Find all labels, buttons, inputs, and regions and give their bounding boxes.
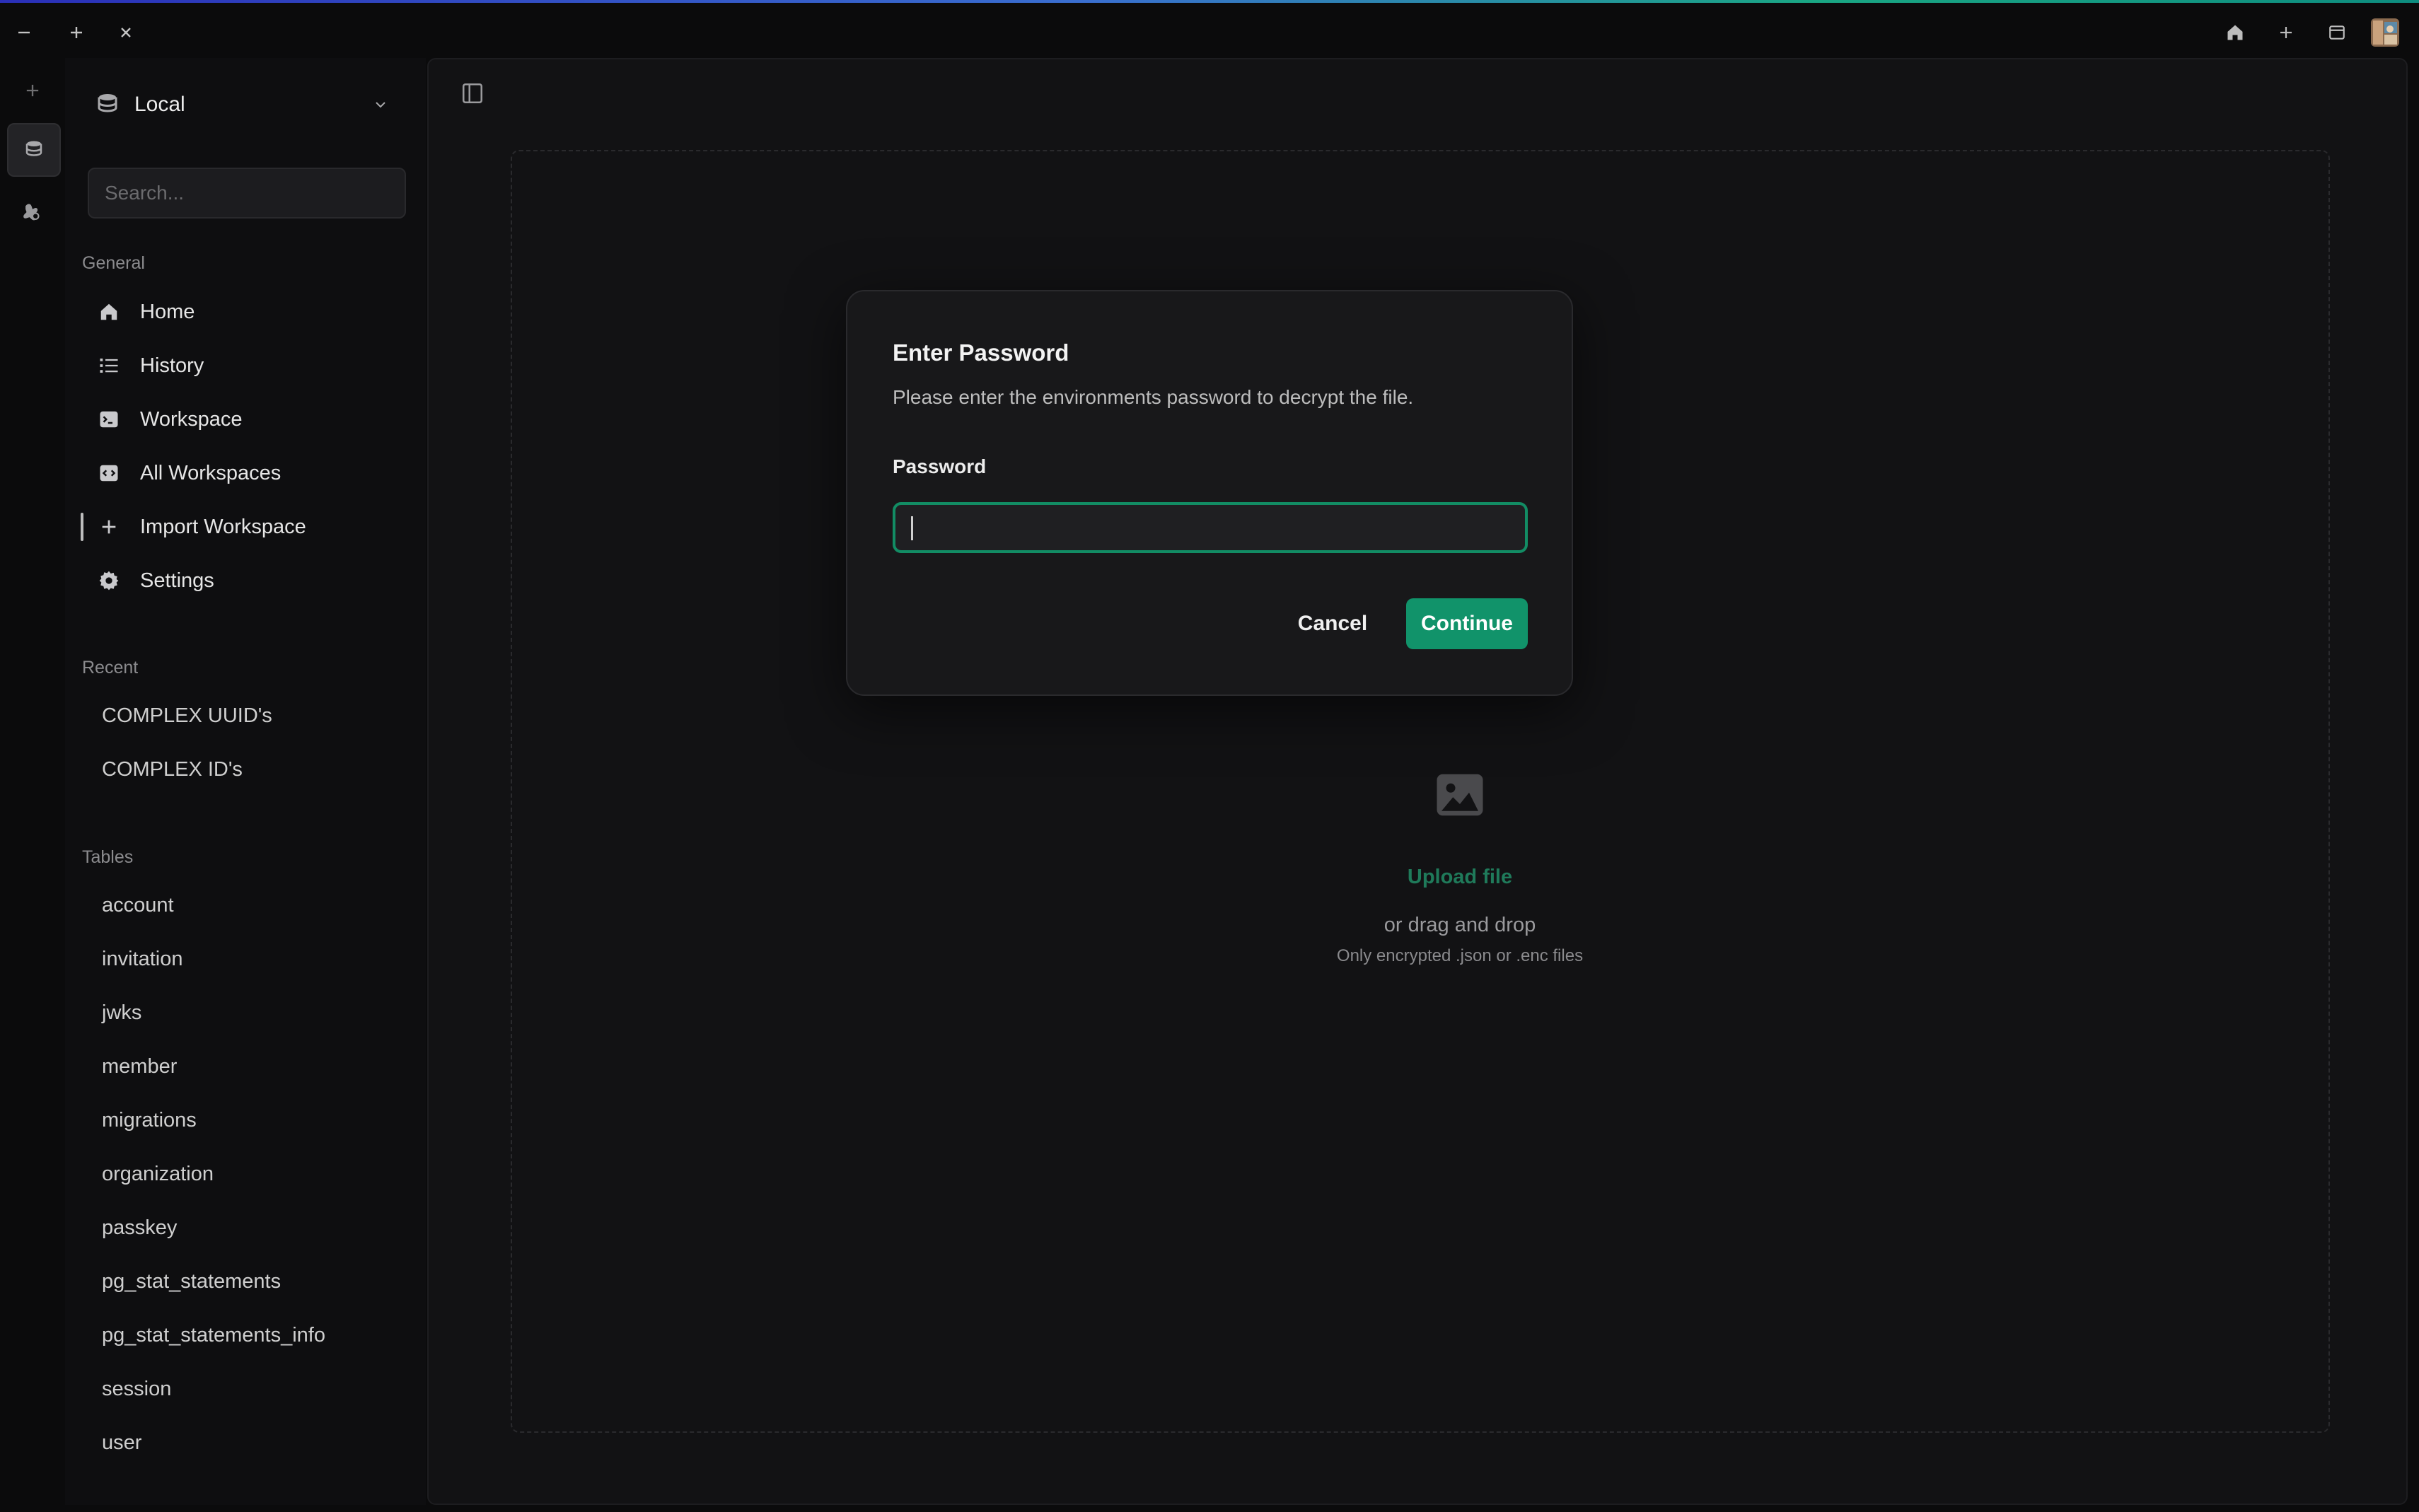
add-icon[interactable] xyxy=(61,17,92,48)
database-selector[interactable]: Local xyxy=(95,78,389,132)
window-icon[interactable] xyxy=(2321,17,2353,48)
image-icon xyxy=(1425,760,1495,830)
password-input[interactable] xyxy=(893,502,1528,553)
close-icon[interactable] xyxy=(110,17,141,48)
section-title-general: General xyxy=(82,253,145,273)
database-selector-label: Local xyxy=(134,93,185,116)
sidebar-item-label: History xyxy=(140,354,204,377)
title-bar xyxy=(0,3,2419,57)
sidebar-item-home[interactable]: Home xyxy=(82,287,407,337)
home-icon[interactable] xyxy=(2220,17,2251,48)
sidebar-item-label: All Workspaces xyxy=(140,461,282,484)
cancel-button[interactable]: Cancel xyxy=(1283,598,1382,649)
recent-item[interactable]: COMPLEX ID's xyxy=(102,758,243,781)
home-icon xyxy=(96,299,122,325)
database-icon xyxy=(95,92,120,117)
sidebar-item-workspace[interactable]: Workspace xyxy=(82,395,407,444)
password-dialog: Enter Password Please enter the environm… xyxy=(846,290,1573,696)
activity-rail xyxy=(0,58,66,1505)
search-input[interactable] xyxy=(88,168,406,219)
sidebar-item-label: Settings xyxy=(140,569,214,592)
sidebar-item-import-workspace[interactable]: Import Workspace xyxy=(81,502,407,552)
section-title-tables: Tables xyxy=(82,847,134,867)
database-icon[interactable] xyxy=(7,123,61,177)
file-type-hint: Only encrypted .json or .enc files xyxy=(1336,946,1584,965)
table-item-organization[interactable]: organization xyxy=(102,1163,214,1186)
main-panel: Upload file or drag and drop Only encryp… xyxy=(427,58,2408,1505)
minimize-icon[interactable] xyxy=(8,17,40,48)
upload-file-link[interactable]: Upload file xyxy=(1350,866,1570,889)
table-item-member[interactable]: member xyxy=(102,1055,177,1078)
code-icon xyxy=(96,460,122,486)
password-label: Password xyxy=(893,455,987,477)
list-icon xyxy=(96,353,122,378)
gear-icon xyxy=(96,568,122,593)
sidebar-item-label: Workspace xyxy=(140,407,243,431)
section-title-recent: Recent xyxy=(82,658,139,678)
new-tab-icon[interactable] xyxy=(2270,17,2302,48)
sidebar-item-history[interactable]: History xyxy=(82,341,407,390)
text-caret xyxy=(911,516,913,540)
chevron-down-icon xyxy=(372,96,389,113)
table-item-pg-stat-statements[interactable]: pg_stat_statements xyxy=(102,1270,281,1293)
continue-button[interactable]: Continue xyxy=(1406,598,1528,649)
sidebar-item-settings[interactable]: Settings xyxy=(82,556,407,605)
table-item-session[interactable]: session xyxy=(102,1378,171,1401)
drag-drop-text: or drag and drop xyxy=(1383,914,1536,936)
table-item-pg-stat-statements-info[interactable]: pg_stat_statements_info xyxy=(102,1324,325,1347)
sidebar-item-label: Home xyxy=(140,300,195,323)
table-item-migrations[interactable]: migrations xyxy=(102,1109,197,1132)
sidebar-toggle-icon[interactable] xyxy=(454,75,491,112)
plus-icon xyxy=(96,514,122,540)
table-item-passkey[interactable]: passkey xyxy=(102,1216,177,1240)
table-item-invitation[interactable]: invitation xyxy=(102,948,182,971)
add-connection-icon[interactable] xyxy=(7,65,58,116)
dialog-description: Please enter the environments password t… xyxy=(893,386,1414,408)
table-item-user[interactable]: user xyxy=(102,1431,141,1455)
recent-item[interactable]: COMPLEX UUID's xyxy=(102,704,272,728)
sidebar: Local General Home History Workspace All… xyxy=(65,58,426,1505)
table-item-account[interactable]: account xyxy=(102,894,174,917)
terminal-icon xyxy=(96,407,122,432)
extension-icon[interactable] xyxy=(7,187,58,238)
table-item-jwks[interactable]: jwks xyxy=(102,1001,141,1025)
sidebar-item-all-workspaces[interactable]: All Workspaces xyxy=(82,448,407,498)
sidebar-item-label: Import Workspace xyxy=(140,515,306,538)
dialog-title: Enter Password xyxy=(893,339,1069,366)
active-indicator xyxy=(81,513,83,541)
avatar[interactable] xyxy=(2369,17,2401,48)
